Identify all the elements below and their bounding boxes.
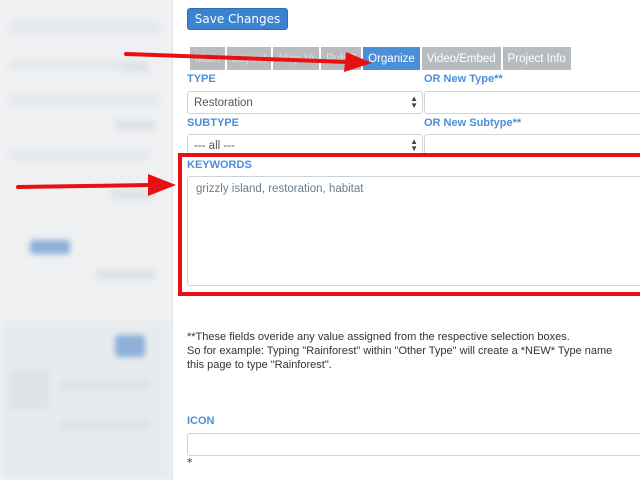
- save-changes-button[interactable]: Save Changes: [187, 8, 288, 30]
- help-note-line: this page to type "Rainforest".: [187, 359, 332, 371]
- icon-input[interactable]: [187, 433, 640, 456]
- tab-organize[interactable]: Organize: [363, 47, 420, 70]
- help-note-line: **These fields overide any value assigne…: [187, 331, 570, 343]
- tab-bar: Main Layout Map Vi Pub ? Organize Video/…: [190, 47, 573, 70]
- required-mark: *: [187, 456, 193, 469]
- subtype-label: SUBTYPE: [187, 117, 239, 129]
- tab-layout[interactable]: Layout: [226, 47, 272, 70]
- main-panel: Save Changes Main Layout Map Vi Pub ? Or…: [173, 0, 640, 480]
- type-select-value: Restoration: [194, 96, 253, 109]
- new-type-label: OR New Type**: [424, 73, 503, 85]
- new-subtype-input[interactable]: [424, 134, 640, 157]
- type-select[interactable]: Restoration ▲ ▼: [187, 91, 423, 114]
- subtype-select[interactable]: --- all --- ▲ ▼: [187, 134, 423, 157]
- new-subtype-label: OR New Subtype**: [424, 117, 522, 129]
- updown-caret-icon: ▲ ▼: [410, 94, 418, 110]
- help-note: **These fields overide any value assigne…: [187, 330, 640, 372]
- sidebar-blurred: [0, 0, 172, 480]
- keywords-label: KEYWORDS: [187, 159, 252, 171]
- new-type-input[interactable]: [424, 91, 640, 114]
- keywords-textarea[interactable]: grizzly island, restoration, habitat: [187, 176, 640, 286]
- tab-map-view[interactable]: Map Vi: [273, 47, 320, 70]
- subtype-select-value: --- all ---: [194, 139, 235, 152]
- tab-video-embed[interactable]: Video/Embed: [421, 47, 501, 70]
- tab-main[interactable]: Main: [190, 47, 225, 70]
- updown-caret-icon: ▲ ▼: [410, 137, 418, 153]
- help-note-line: So for example: Typing "Rainforest" with…: [187, 345, 613, 357]
- tab-project-info[interactable]: Project Info: [502, 47, 571, 70]
- tab-publish[interactable]: Pub ?: [321, 47, 362, 70]
- type-label: TYPE: [187, 73, 216, 85]
- icon-label: ICON: [187, 415, 215, 427]
